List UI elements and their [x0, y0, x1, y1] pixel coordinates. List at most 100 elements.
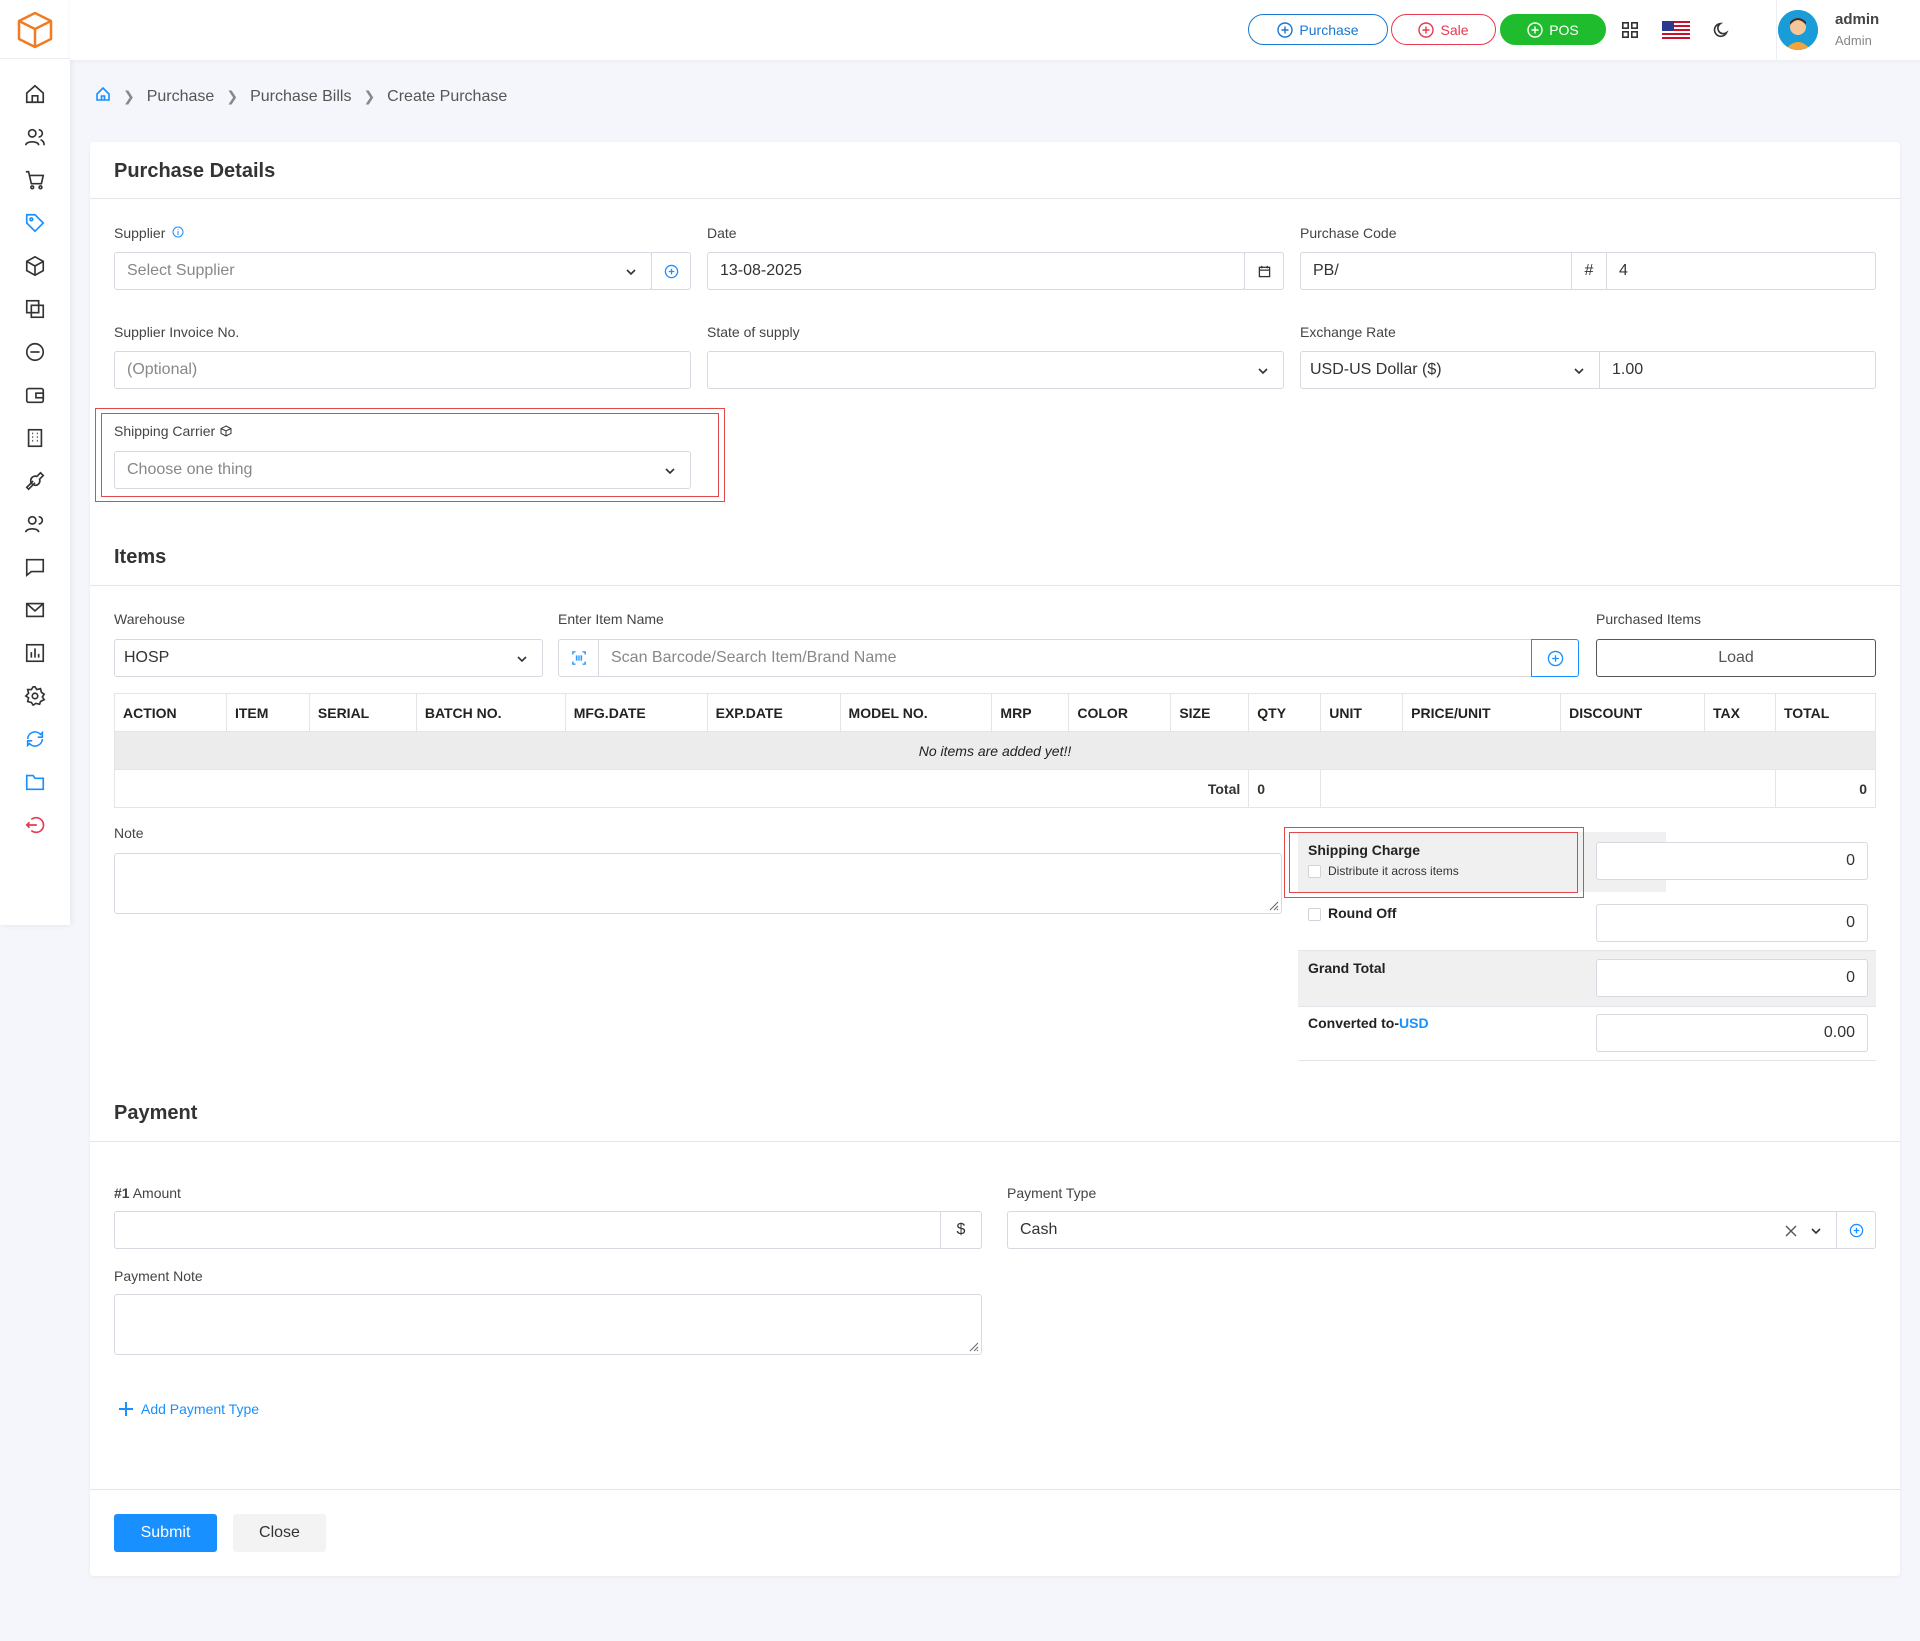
us-flag-icon[interactable]: [1662, 18, 1690, 42]
distribute-checkbox[interactable]: [1308, 865, 1321, 878]
add-payment-type-icon-button[interactable]: [1836, 1211, 1876, 1249]
clear-icon[interactable]: [1784, 1224, 1798, 1238]
dark-mode-moon-icon[interactable]: [1710, 18, 1734, 42]
item-search-placeholder: Scan Barcode/Search Item/Brand Name: [611, 649, 897, 666]
amount-input[interactable]: [114, 1211, 941, 1249]
enter-item-name-label: Enter Item Name: [558, 611, 664, 627]
cart-icon[interactable]: [22, 167, 48, 193]
app-logo-icon[interactable]: [15, 10, 55, 50]
apps-grid-icon[interactable]: [1618, 18, 1642, 42]
contacts-icon[interactable]: [22, 511, 48, 537]
pos-quick-button[interactable]: POS: [1500, 14, 1606, 45]
exchange-rate-input[interactable]: 1.00: [1599, 351, 1876, 389]
resize-handle-icon[interactable]: [1267, 899, 1279, 911]
purchase-code-prefix-input[interactable]: PB/: [1300, 252, 1572, 290]
wrench-icon[interactable]: [22, 468, 48, 494]
calendar-icon: [1258, 265, 1270, 277]
warehouse-label: Warehouse: [114, 611, 186, 627]
total-qty: 0: [1248, 769, 1322, 808]
add-payment-type-label: Add Payment Type: [141, 1401, 260, 1417]
round-off-input[interactable]: 0: [1596, 904, 1868, 942]
purchase-quick-label: Purchase: [1299, 21, 1359, 38]
state-of-supply-select[interactable]: [707, 351, 1284, 389]
barcode-scan-button[interactable]: [558, 639, 599, 677]
date-input[interactable]: 13-08-2025: [707, 252, 1245, 290]
total-label: Total: [113, 769, 1250, 808]
message-icon[interactable]: [22, 554, 48, 580]
section-divider: [90, 198, 1900, 199]
sale-quick-button[interactable]: Sale: [1391, 14, 1496, 45]
purchase-quick-button[interactable]: Purchase: [1248, 14, 1388, 45]
add-item-button[interactable]: [1531, 639, 1579, 677]
minus-circle-icon[interactable]: [22, 339, 48, 365]
currency-select[interactable]: USD-US Dollar ($): [1300, 351, 1600, 389]
breadcrumb-purchase[interactable]: Purchase: [147, 88, 215, 106]
add-payment-type-link[interactable]: Add Payment Type: [118, 1401, 259, 1417]
submit-button[interactable]: Submit: [114, 1514, 217, 1552]
tag-icon[interactable]: [10, 206, 60, 240]
package-icon: [220, 425, 232, 437]
copy-icon[interactable]: [22, 296, 48, 322]
shipping-carrier-placeholder: Choose one thing: [127, 461, 253, 478]
supplier-invoice-input[interactable]: (Optional): [114, 351, 691, 389]
col-unit: UNIT: [1320, 693, 1404, 732]
breadcrumb-purchase-bills[interactable]: Purchase Bills: [250, 88, 351, 106]
close-button[interactable]: Close: [233, 1514, 326, 1552]
shipping-carrier-label: Shipping Carrier: [114, 423, 232, 439]
grand-total-label: Grand Total: [1308, 960, 1386, 976]
users-icon[interactable]: [22, 124, 48, 150]
resize-handle-icon[interactable]: [967, 1340, 979, 1352]
warehouse-select[interactable]: HOSP: [114, 639, 543, 677]
purchase-code-number-input[interactable]: 4: [1606, 252, 1876, 290]
sync-icon[interactable]: [22, 726, 48, 752]
user-name[interactable]: admin: [1835, 11, 1879, 28]
logout-icon[interactable]: [22, 812, 48, 838]
home-icon[interactable]: [22, 81, 48, 107]
purchase-details-title: Purchase Details: [114, 160, 276, 182]
summary-divider: [1298, 1006, 1876, 1007]
chevron-down-icon: [1574, 368, 1584, 375]
calendar-button[interactable]: [1244, 252, 1284, 290]
load-button[interactable]: Load: [1596, 639, 1876, 677]
supplier-invoice-placeholder: (Optional): [127, 361, 198, 378]
sidebar-divider: [0, 58, 70, 59]
col-batch-no: BATCH NO.: [415, 693, 566, 732]
home-icon[interactable]: [95, 86, 111, 107]
box-icon[interactable]: [22, 253, 48, 279]
currency-addon: $: [940, 1211, 982, 1249]
col-discount: DISCOUNT: [1560, 693, 1705, 732]
avatar[interactable]: [1778, 10, 1818, 50]
col-item: ITEM: [225, 693, 310, 732]
folder-icon[interactable]: [22, 769, 48, 795]
mail-icon[interactable]: [22, 597, 48, 623]
plus-circle-icon: [1849, 1223, 1863, 1237]
report-icon[interactable]: [22, 640, 48, 666]
plus-circle-icon: [1418, 21, 1435, 38]
settings-icon[interactable]: [22, 683, 48, 709]
date-label: Date: [707, 225, 737, 241]
payment-type-label: Payment Type: [1007, 1185, 1097, 1201]
purchase-code-prefix: PB/: [1313, 262, 1339, 279]
round-off-checkbox[interactable]: [1308, 908, 1321, 921]
building-icon[interactable]: [22, 425, 48, 451]
shipping-carrier-select[interactable]: Choose one thing: [114, 451, 691, 489]
add-supplier-button[interactable]: [651, 252, 691, 290]
purchase-form-card: Purchase Details Supplier Select Supplie…: [90, 142, 1900, 1576]
note-textarea[interactable]: [114, 853, 1282, 914]
currency-value: USD-US Dollar ($): [1310, 361, 1442, 378]
chevron-down-icon: [1811, 1228, 1821, 1235]
supplier-select[interactable]: Select Supplier: [114, 252, 652, 290]
plus-circle-icon: [1547, 650, 1563, 666]
shipping-charge-input[interactable]: 0: [1596, 842, 1868, 880]
col-exp-date: EXP.DATE: [706, 693, 841, 732]
no-items-message: No items are added yet!!: [114, 731, 1876, 770]
shipping-carrier-label-text: Shipping Carrier: [114, 423, 216, 439]
round-off-label: Round Off: [1328, 905, 1397, 921]
wallet-icon[interactable]: [22, 382, 48, 408]
col-price-unit: PRICE/UNIT: [1402, 693, 1562, 732]
payment-type-select[interactable]: Cash: [1007, 1211, 1837, 1249]
pos-quick-label: POS: [1549, 21, 1579, 38]
item-search-input[interactable]: Scan Barcode/Search Item/Brand Name: [598, 639, 1532, 677]
payment-note-textarea[interactable]: [114, 1294, 982, 1355]
converted-currency[interactable]: USD: [1399, 1015, 1429, 1031]
